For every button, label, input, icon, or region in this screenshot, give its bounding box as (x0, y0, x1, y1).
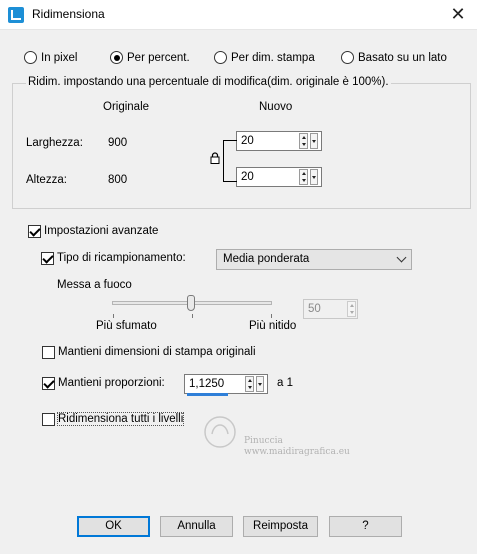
resize-all-layers-label: Ridimensiona tutti i livelli (56, 412, 185, 426)
radio-per-percent[interactable]: Per percent. (110, 51, 190, 64)
title-bar: Ridimensiona ✕ (0, 0, 477, 30)
keep-print-size-label: Mantieni dimensioni di stampa originali (58, 346, 256, 358)
spin-arrows-icon[interactable] (299, 169, 308, 185)
height-original-value: 800 (108, 174, 128, 186)
resize-app-icon (8, 7, 24, 23)
spin-arrows-icon (347, 301, 356, 317)
sharpness-min-label: Più sfumato (96, 320, 157, 332)
ratio-value: 1,1250 (189, 378, 225, 390)
resample-type-value: Media ponderata (223, 253, 310, 265)
reset-button[interactable]: Reimposta (243, 516, 318, 537)
radio-button[interactable] (341, 51, 354, 64)
width-new-spinbox[interactable]: 20 (236, 131, 322, 151)
width-new-value: 20 (241, 135, 254, 147)
sharpness-slider-thumb[interactable] (187, 295, 195, 311)
height-label: Altezza: (26, 174, 67, 186)
radio-basato-su-un-lato[interactable]: Basato su un lato (341, 51, 447, 64)
radio-in-pixel[interactable]: In pixel (24, 51, 77, 64)
focus-underline (187, 393, 228, 396)
resample-label: Tipo di ricampionamento: (57, 252, 186, 264)
radio-button[interactable] (24, 51, 37, 64)
spin-arrows-icon[interactable] (245, 376, 254, 392)
chevron-down-icon (396, 252, 407, 263)
slider-tick (271, 314, 272, 318)
sharpness-max-label: Più nitido (249, 320, 297, 332)
aspect-bracket (223, 140, 237, 182)
dropdown-arrow-icon[interactable] (310, 133, 318, 149)
radio-per-dim-stampa[interactable]: Per dim. stampa (214, 51, 315, 64)
advanced-settings-label: Impostazioni avanzate (44, 225, 159, 237)
sharpness-label: Messa a fuoco (57, 279, 132, 291)
col-new-header: Nuovo (259, 101, 293, 113)
ratio-spinbox[interactable]: 1,1250 (184, 374, 268, 394)
radio-label: Basato su un lato (358, 51, 447, 64)
help-button[interactable]: ? (329, 516, 402, 537)
resize-all-layers-checkbox[interactable] (42, 413, 55, 426)
resize-mode-group: In pixel Per percent. Per dim. stampa Ba… (0, 51, 477, 67)
spin-arrows-icon[interactable] (299, 133, 308, 149)
width-original-value: 900 (108, 137, 128, 149)
keep-print-size-checkbox[interactable] (42, 346, 55, 359)
height-new-value: 20 (241, 171, 254, 183)
radio-label: In pixel (41, 51, 78, 64)
slider-tick (113, 314, 114, 318)
lock-icon[interactable] (210, 152, 220, 164)
cancel-button[interactable]: Annulla (160, 516, 233, 537)
watermark-flower-icon (204, 416, 236, 448)
radio-button-selected[interactable] (110, 51, 123, 64)
ratio-suffix: a 1 (277, 377, 293, 389)
advanced-settings-checkbox[interactable] (28, 225, 41, 238)
resample-checkbox[interactable] (41, 252, 54, 265)
ok-button[interactable]: OK (77, 516, 150, 537)
width-label: Larghezza: (26, 137, 83, 149)
watermark-text-url: www.maidiragrafica.eu (244, 447, 350, 457)
resample-type-select[interactable]: Media ponderata (216, 249, 412, 270)
radio-label: Per dim. stampa (231, 51, 315, 64)
dropdown-arrow-icon[interactable] (310, 169, 318, 185)
col-original-header: Originale (103, 101, 150, 113)
percent-group-title: Ridim. impostando una percentuale di mod… (26, 76, 391, 88)
watermark-text-name: Pinuccia (244, 436, 283, 446)
window-title: Ridimensiona (32, 7, 105, 21)
dropdown-arrow-icon[interactable] (256, 376, 264, 392)
watermark-logo: Pinuccia www.maidiragrafica.eu (200, 410, 380, 470)
sharpness-value: 50 (308, 303, 321, 315)
keep-ratio-checkbox[interactable] (42, 377, 55, 390)
close-icon[interactable]: ✕ (447, 3, 469, 25)
sharpness-value-spinbox: 50 (303, 299, 358, 319)
keep-ratio-label: Mantieni proporzioni: (58, 377, 165, 389)
height-new-spinbox[interactable]: 20 (236, 167, 322, 187)
radio-button[interactable] (214, 51, 227, 64)
radio-label: Per percent. (127, 51, 190, 64)
slider-tick (192, 314, 193, 318)
